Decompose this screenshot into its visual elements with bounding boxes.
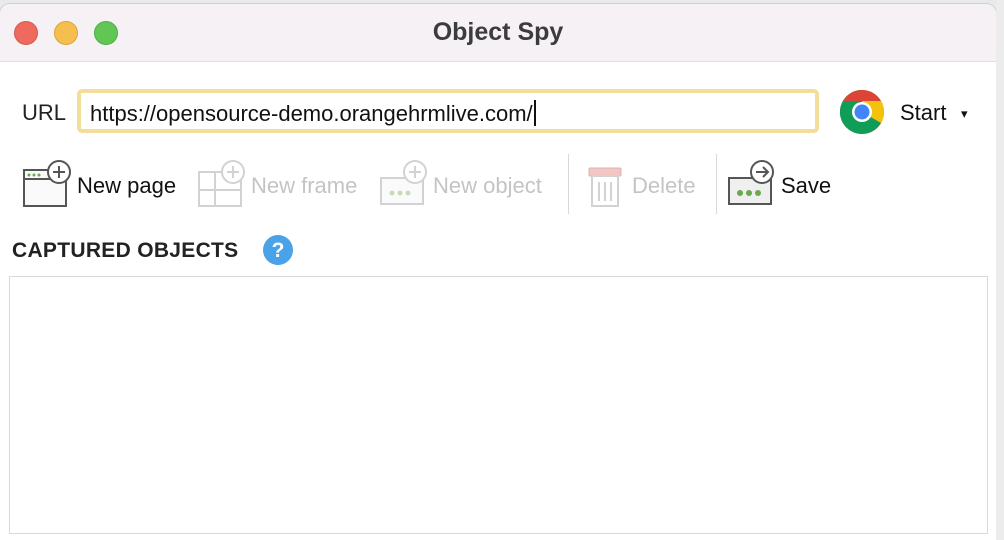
save-button[interactable]: Save xyxy=(727,154,837,214)
object-spy-window: Object Spy URL https://opensource-demo.o… xyxy=(0,4,996,540)
new-page-icon xyxy=(23,160,71,207)
save-label: Save xyxy=(781,173,832,198)
captured-objects-heading: CAPTURED OBJECTS xyxy=(12,239,239,262)
delete-button[interactable]: Delete xyxy=(586,154,704,214)
url-value: https://opensource-demo.orangehrmlive.co… xyxy=(90,101,533,126)
new-frame-icon xyxy=(198,160,245,207)
captured-objects-list[interactable] xyxy=(9,276,988,534)
new-frame-label: New frame xyxy=(251,173,358,198)
new-page-button[interactable]: New page xyxy=(22,154,184,214)
chrome-icon[interactable] xyxy=(838,88,886,136)
new-frame-button[interactable]: New frame xyxy=(197,154,367,214)
new-page-label: New page xyxy=(77,173,177,198)
background-window-edge xyxy=(996,0,1004,540)
svg-text:?: ? xyxy=(272,239,285,262)
toolbar-separator xyxy=(568,154,569,214)
chevron-down-icon[interactable]: ▾ xyxy=(961,106,968,122)
text-caret xyxy=(533,100,536,126)
new-object-label: New object xyxy=(433,173,542,198)
window-title: Object Spy xyxy=(432,18,564,46)
trash-icon xyxy=(588,167,622,207)
toolbar-separator xyxy=(716,154,717,214)
new-object-button[interactable]: New object xyxy=(379,154,555,214)
url-label: URL xyxy=(22,100,67,125)
save-icon xyxy=(728,160,774,205)
start-button[interactable]: Start xyxy=(900,100,946,126)
new-object-icon xyxy=(380,160,427,205)
help-icon[interactable]: ? xyxy=(262,234,294,266)
url-input[interactable]: https://opensource-demo.orangehrmlive.co… xyxy=(77,89,819,133)
title-bar: Object Spy xyxy=(0,4,996,62)
delete-label: Delete xyxy=(632,173,696,198)
